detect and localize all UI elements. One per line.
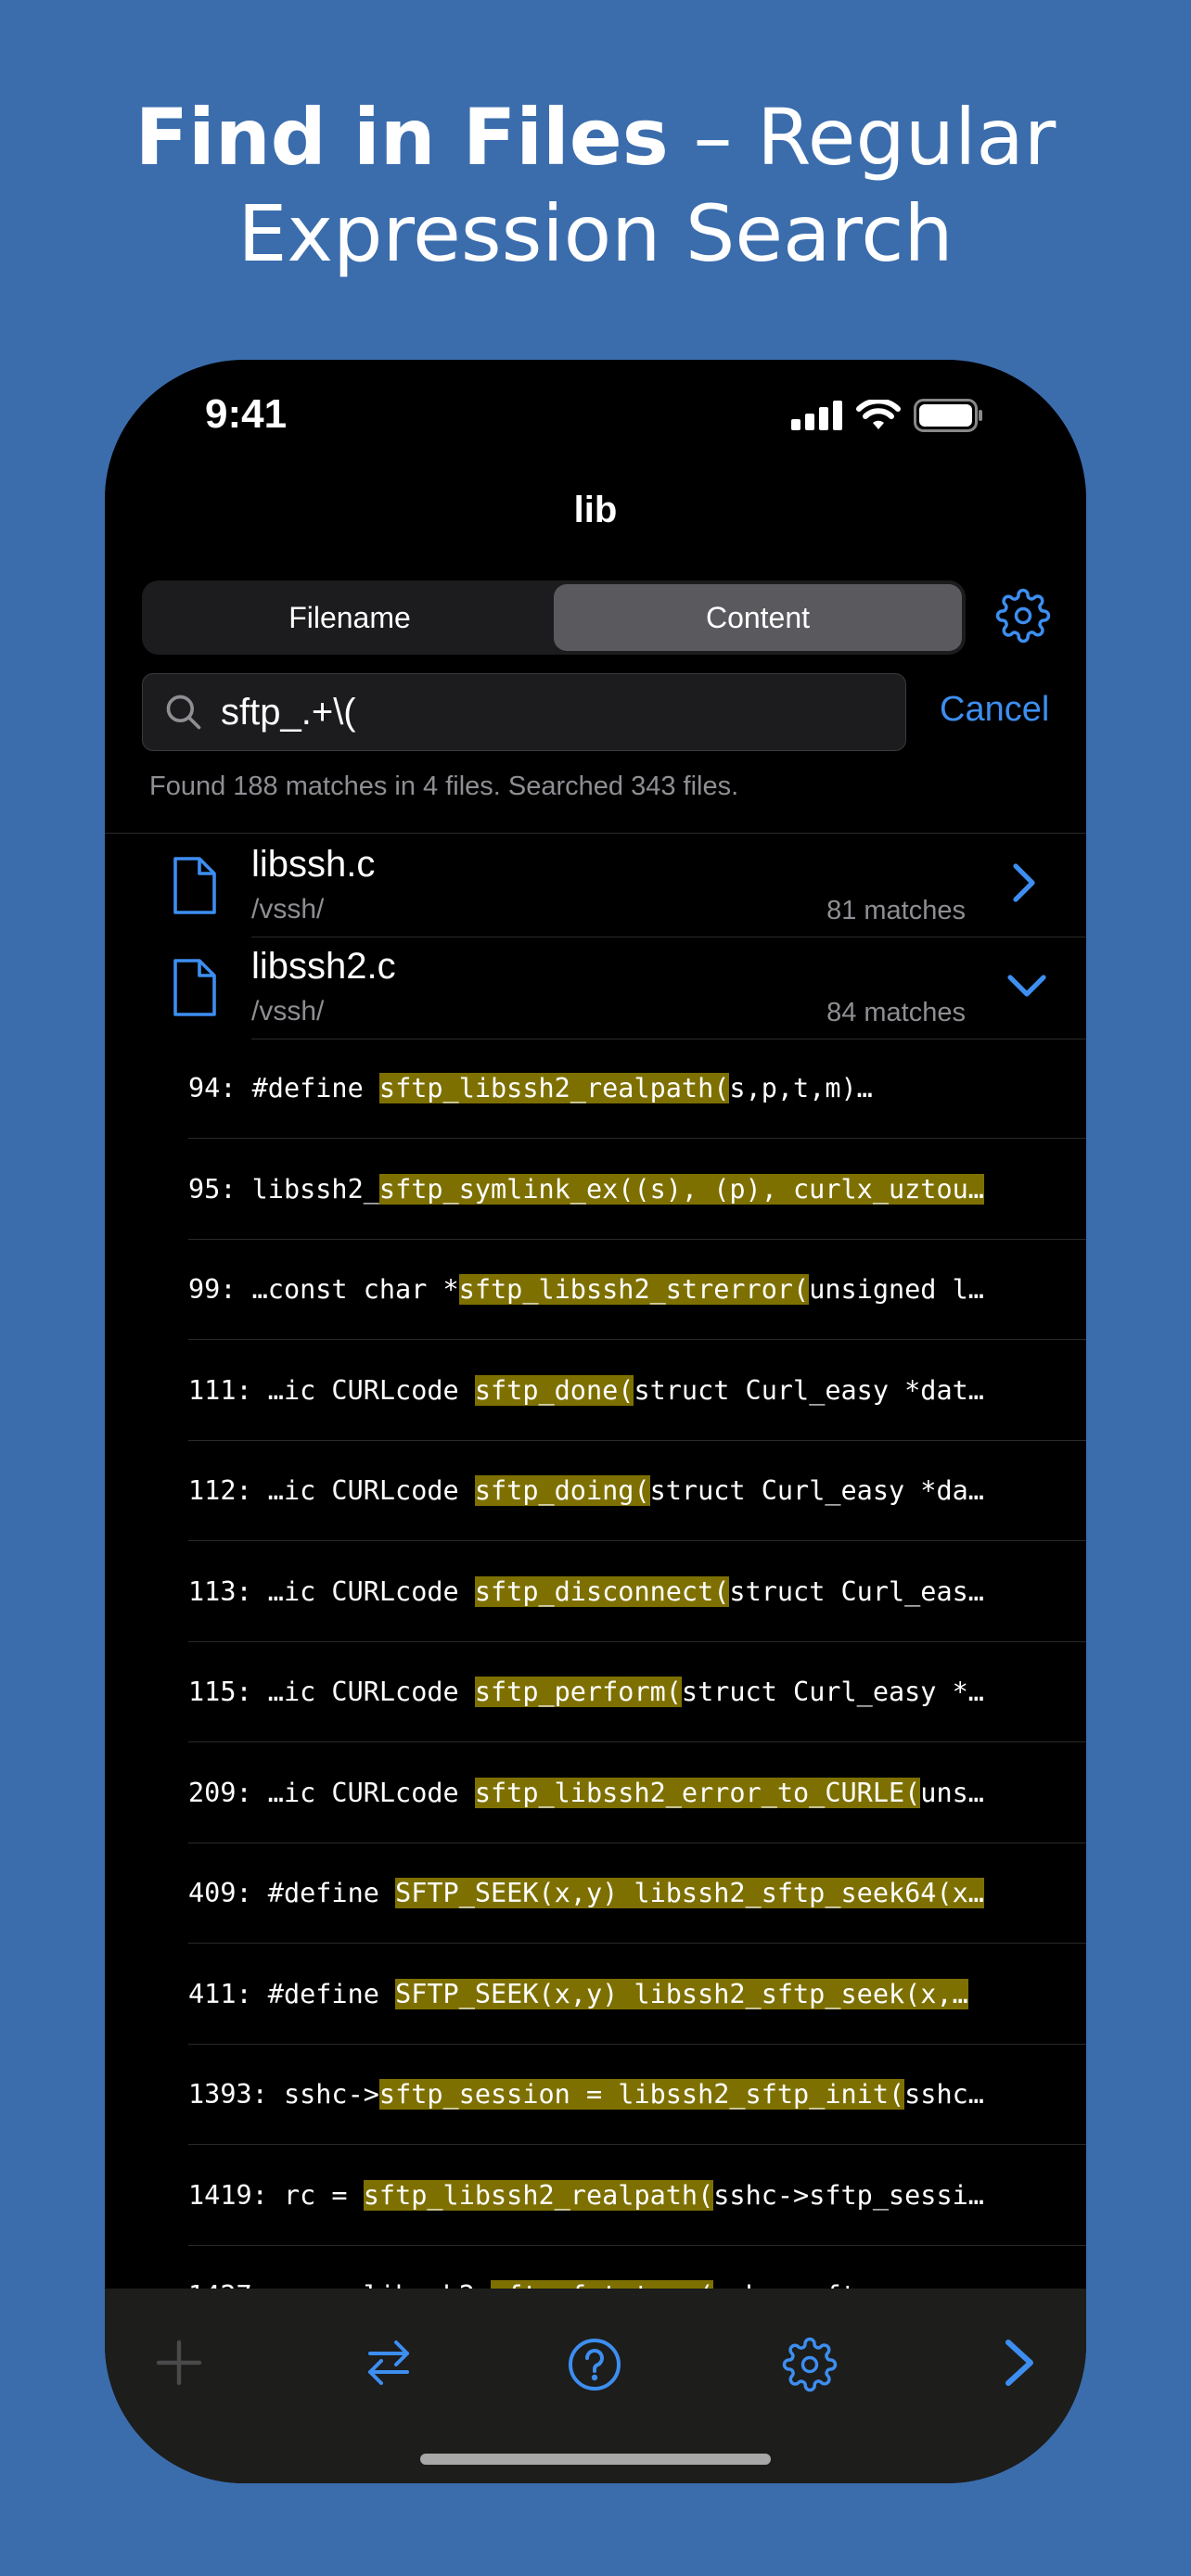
- chevron-right-icon: [1010, 862, 1038, 908]
- segment-content[interactable]: Content: [554, 584, 962, 651]
- match-row[interactable]: 1393: sshc->sftp_session = libssh2_sftp_…: [188, 2045, 1086, 2145]
- line-prefix: 112: …ic CURLcode: [188, 1475, 475, 1506]
- match-line: 1419: rc = sftp_libssh2_realpath(sshc->s…: [188, 2179, 1056, 2211]
- wifi-icon: [856, 400, 901, 429]
- line-suffix: sshc…: [904, 2079, 984, 2110]
- document-icon: [170, 957, 220, 1023]
- status-time: 9:41: [205, 391, 288, 437]
- battery-icon: [914, 399, 982, 432]
- match-highlight: sftp_done(: [474, 1374, 634, 1406]
- match-highlight: sftp_symlink_ex((s), (p), curlx_uztou…: [378, 1173, 984, 1205]
- match-line: 111: …ic CURLcode sftp_done(struct Curl_…: [188, 1374, 1056, 1406]
- match-highlight: SFTP_SEEK(x,y) libssh2_sftp_seek(x,…: [395, 1978, 968, 2009]
- match-highlight: sftp_doing(: [474, 1475, 650, 1506]
- file-name: libssh2.c: [251, 946, 396, 987]
- search-icon: [163, 692, 204, 733]
- match-line: 411: #define SFTP_SEEK(x,y) libssh2_sftp…: [188, 1978, 1056, 2009]
- match-line: 115: …ic CURLcode sftp_perform(struct Cu…: [188, 1677, 1056, 1707]
- chevron-right-icon[interactable]: [1001, 2337, 1038, 2393]
- match-highlight: sftp_disconnect(: [474, 1575, 730, 1607]
- match-row[interactable]: 94: #define sftp_libssh2_realpath(s,p,t,…: [188, 1039, 1086, 1139]
- segment-filename[interactable]: Filename: [146, 584, 554, 651]
- match-row[interactable]: 411: #define SFTP_SEEK(x,y) libssh2_sftp…: [188, 1945, 1086, 2045]
- headline-bold: Find in Files: [134, 92, 669, 183]
- match-highlight: sftp_libssh2_error_to_CURLE(: [474, 1777, 921, 1808]
- line-prefix: 111: …ic CURLcode: [188, 1374, 475, 1406]
- match-row[interactable]: 1419: rc = sftp_libssh2_realpath(sshc->s…: [188, 2146, 1086, 2246]
- match-line: 209: …ic CURLcode sftp_libssh2_error_to_…: [188, 1777, 1056, 1808]
- match-highlight: sftp_libssh2_realpath(: [378, 1073, 730, 1103]
- match-row[interactable]: 99: …const char *sftp_libssh2_strerror(u…: [188, 1240, 1086, 1340]
- plus-icon[interactable]: [153, 2337, 205, 2393]
- cancel-button[interactable]: Cancel: [940, 690, 1049, 730]
- file-name: libssh.c: [251, 844, 376, 885]
- match-count: 81 matches: [826, 896, 966, 925]
- line-suffix: sshc->sftp_sessi…: [713, 2179, 984, 2211]
- match-highlight: sftp_libssh2_realpath(: [363, 2179, 714, 2211]
- search-input[interactable]: sftp_.+\(: [142, 673, 906, 751]
- file-path: /vssh/: [251, 996, 325, 1027]
- match-line: 112: …ic CURLcode sftp_doing(struct Curl…: [188, 1475, 1056, 1506]
- match-row[interactable]: 115: …ic CURLcode sftp_perform(struct Cu…: [188, 1642, 1086, 1742]
- line-prefix: 411: #define: [188, 1978, 396, 2009]
- line-suffix: uns…: [920, 1777, 984, 1808]
- match-highlight: SFTP_SEEK(x,y) libssh2_sftp_seek64(x…: [395, 1878, 984, 1908]
- home-indicator: [420, 2454, 771, 2465]
- status-icons: [791, 399, 984, 432]
- match-line: 1393: sshc->sftp_session = libssh2_sftp_…: [188, 2079, 1056, 2110]
- line-prefix: 113: …ic CURLcode: [188, 1575, 475, 1607]
- swap-arrows-icon[interactable]: [363, 2337, 415, 2393]
- match-line: 113: …ic CURLcode sftp_disconnect(struct…: [188, 1575, 1056, 1607]
- match-line: 95: libssh2_sftp_symlink_ex((s), (p), cu…: [188, 1173, 1056, 1205]
- line-prefix: 1419: rc =: [188, 2179, 364, 2211]
- match-row[interactable]: 113: …ic CURLcode sftp_disconnect(struct…: [188, 1542, 1086, 1642]
- match-row[interactable]: 209: …ic CURLcode sftp_libssh2_error_to_…: [188, 1743, 1086, 1843]
- match-highlight: sftp_perform(: [474, 1677, 682, 1707]
- match-row[interactable]: 409: #define SFTP_SEEK(x,y) libssh2_sftp…: [188, 1843, 1086, 1944]
- line-prefix: 409: #define: [188, 1878, 396, 1908]
- line-prefix: 94: #define: [188, 1073, 379, 1103]
- line-suffix: struct Curl_eas…: [729, 1575, 984, 1607]
- search-summary: Found 188 matches in 4 files. Searched 3…: [149, 772, 739, 801]
- match-count: 84 matches: [826, 998, 966, 1027]
- match-line: 99: …const char *sftp_libssh2_strerror(u…: [188, 1274, 1056, 1305]
- line-prefix: 115: …ic CURLcode: [188, 1677, 475, 1707]
- signal-icon: [791, 401, 842, 430]
- match-highlight: sftp_session = libssh2_sftp_init(: [378, 2079, 905, 2110]
- divider: [105, 833, 1086, 834]
- gear-icon[interactable]: [782, 2337, 838, 2397]
- search-mode-segmented-control: Filename Content: [142, 580, 966, 655]
- file-path: /vssh/: [251, 894, 325, 925]
- line-suffix: s,p,t,m)…: [729, 1073, 873, 1103]
- file-row-libssh2[interactable]: libssh2.c /vssh/ 84 matches: [105, 937, 1086, 1039]
- chevron-down-icon: [1006, 972, 1047, 1004]
- line-suffix: struct Curl_easy *…: [681, 1677, 984, 1707]
- match-highlight: sftp_libssh2_strerror(: [458, 1274, 810, 1305]
- help-icon[interactable]: [567, 2337, 622, 2397]
- line-prefix: 209: …ic CURLcode: [188, 1777, 475, 1808]
- match-line: 94: #define sftp_libssh2_realpath(s,p,t,…: [188, 1073, 1056, 1103]
- search-query: sftp_.+\(: [221, 691, 356, 733]
- line-suffix: struct Curl_easy *da…: [649, 1475, 984, 1506]
- search-options-gear-icon[interactable]: [995, 588, 1051, 648]
- nav-title: lib: [573, 490, 618, 530]
- line-prefix: 1393: sshc->: [188, 2079, 379, 2110]
- line-prefix: 99: …const char *: [188, 1274, 459, 1305]
- match-line: 409: #define SFTP_SEEK(x,y) libssh2_sftp…: [188, 1878, 1056, 1908]
- phone-frame: 9:41 lib Filename Content sftp_.+\( Canc…: [105, 360, 1086, 2483]
- match-row[interactable]: 95: libssh2_sftp_symlink_ex((s), (p), cu…: [188, 1140, 1086, 1240]
- line-prefix: 95: libssh2_: [188, 1173, 379, 1205]
- document-icon: [170, 855, 220, 921]
- file-row-libssh[interactable]: libssh.c /vssh/ 81 matches: [105, 835, 1086, 937]
- line-suffix: struct Curl_easy *dat…: [634, 1374, 984, 1406]
- promo-headline: Find in Files – Regular Expression Searc…: [0, 89, 1191, 282]
- match-row[interactable]: 111: …ic CURLcode sftp_done(struct Curl_…: [188, 1341, 1086, 1441]
- line-suffix: unsigned l…: [809, 1274, 984, 1305]
- match-row[interactable]: 112: …ic CURLcode sftp_doing(struct Curl…: [188, 1441, 1086, 1541]
